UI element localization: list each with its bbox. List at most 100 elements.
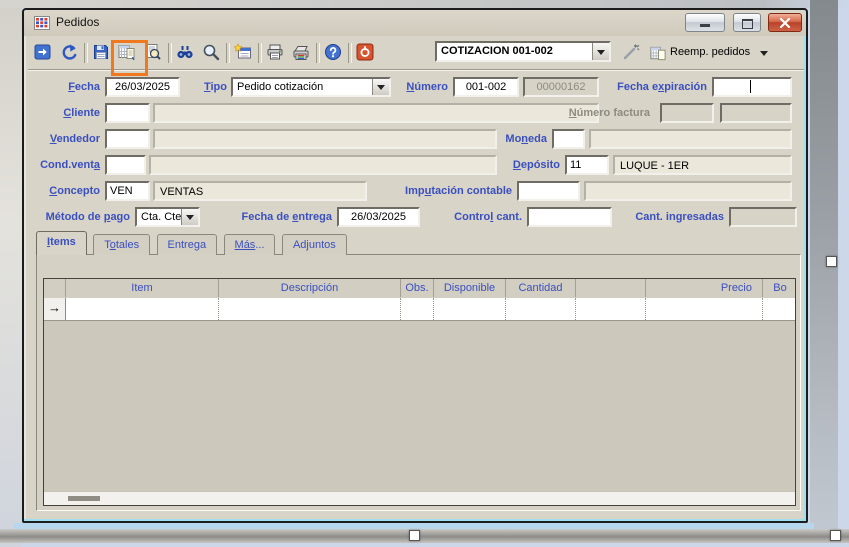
numero-factura-input-2 (720, 103, 792, 123)
tab-items[interactable]: Items (36, 231, 87, 255)
tipo-combobox[interactable]: Pedido cotización (231, 77, 391, 97)
wand-button[interactable] (620, 41, 642, 65)
column-header-cantidad[interactable]: Cantidad (506, 279, 576, 297)
column-header-disponible[interactable]: Disponible (434, 279, 506, 297)
minimize-icon (700, 24, 710, 27)
document-type-combobox[interactable]: COTIZACION 001-002 (435, 41, 611, 62)
cell-disponible[interactable] (434, 298, 506, 320)
desktop-left-strip (0, 0, 22, 547)
moneda-label: Moneda (487, 129, 547, 149)
toolbar-separator (348, 43, 352, 63)
toolbar-separator (168, 43, 172, 63)
printer-icon (266, 43, 284, 61)
tab-entrega[interactable]: Entrega (157, 234, 218, 255)
horizontal-scrollbar[interactable] (44, 491, 795, 505)
selection-handle-right[interactable] (826, 256, 837, 267)
fecha-input[interactable] (105, 77, 180, 97)
column-header-bonif[interactable]: Bo (763, 279, 797, 297)
cond-venta-input[interactable] (105, 155, 146, 175)
cell-cantidad[interactable] (506, 298, 576, 320)
imputacion-name-display (584, 181, 792, 201)
undo-icon (60, 43, 78, 61)
maximize-button[interactable] (733, 13, 761, 32)
chevron-down-icon[interactable] (592, 43, 609, 60)
chevron-down-icon[interactable] (181, 209, 198, 225)
moneda-input[interactable] (552, 129, 585, 149)
items-grid: Item Descripción Obs. Disponible Cantida… (43, 278, 796, 506)
tab-adjuntos[interactable]: Adjuntos (282, 234, 347, 255)
selection-handle-bottom[interactable] (409, 530, 420, 541)
magnifier-icon (202, 43, 220, 61)
toolbar-separator (316, 43, 320, 63)
fecha-entrega-input[interactable] (337, 207, 420, 227)
fecha-label: Fecha (32, 77, 100, 97)
tab-mas[interactable]: Más... (224, 234, 276, 255)
vendedor-input[interactable] (105, 129, 150, 149)
title-bar[interactable]: Pedidos (24, 10, 806, 36)
toolbar-separator (258, 43, 262, 63)
column-header-obs[interactable]: Obs. (401, 279, 434, 297)
print-button[interactable] (264, 41, 286, 65)
toolbar-separator (226, 43, 230, 63)
current-row-arrow: → (48, 300, 61, 315)
cliente-input[interactable] (105, 103, 150, 123)
window-title: Pedidos (56, 15, 99, 29)
numero-input[interactable] (453, 77, 519, 97)
annotation-highlight-box (111, 40, 148, 76)
deposito-name-display: LUQUE - 1ER (613, 155, 792, 175)
save-button[interactable] (90, 41, 112, 65)
background-window-edge (810, 0, 838, 543)
print-color-button[interactable] (290, 41, 312, 65)
find-button[interactable] (174, 41, 196, 65)
toolbar-separator (84, 43, 88, 63)
confirm-button[interactable] (32, 41, 54, 65)
cond-venta-name-display (149, 155, 497, 175)
exit-button[interactable] (354, 41, 376, 65)
control-cant-input[interactable] (527, 207, 612, 227)
cell-blank[interactable] (576, 298, 646, 320)
cell-obs[interactable] (401, 298, 434, 320)
cliente-label: Cliente (32, 103, 100, 123)
metodo-pago-label: Método de pago (32, 207, 130, 227)
cant-ingresadas-label: Cant. ingresadas (622, 207, 724, 227)
deposito-label: Depósito (500, 155, 560, 175)
cell-bonif[interactable] (763, 298, 797, 320)
tipo-value: Pedido cotización (237, 80, 323, 95)
close-icon (779, 18, 791, 28)
column-header-descripcion[interactable]: Descripción (219, 279, 401, 297)
scrollbar-thumb[interactable] (68, 496, 100, 501)
zoom-button[interactable] (200, 41, 222, 65)
help-button[interactable] (322, 41, 344, 65)
desktop-background: Pedidos (0, 0, 849, 547)
chevron-down-icon[interactable] (372, 79, 389, 95)
desktop-top-strip (0, 0, 849, 8)
grid-row[interactable]: → (44, 298, 795, 321)
tab-strip: Items Totales Entrega Más... Adjuntos (36, 231, 798, 255)
fecha-expiracion-input[interactable] (712, 77, 792, 97)
close-button[interactable] (768, 13, 802, 32)
selection-handle-corner[interactable] (830, 530, 841, 541)
concepto-label: Concepto (32, 181, 100, 201)
pedidos-window: Pedidos (22, 8, 808, 523)
cell-item[interactable] (66, 298, 219, 320)
concepto-input[interactable] (105, 181, 150, 201)
chevron-down-icon (760, 51, 768, 60)
column-header-blank[interactable] (576, 279, 646, 297)
cell-descripcion[interactable] (219, 298, 401, 320)
control-cant-label: Control cant. (436, 207, 522, 227)
row-selector-cell[interactable]: → (44, 298, 66, 320)
minimize-button[interactable] (685, 13, 725, 32)
column-header-item[interactable]: Item (66, 279, 219, 297)
imputacion-contable-input[interactable] (517, 181, 580, 201)
grid-app-icon (34, 15, 50, 31)
metodo-pago-combobox[interactable]: Cta. Cte. (135, 207, 200, 227)
cell-precio[interactable] (646, 298, 763, 320)
power-icon (356, 43, 374, 61)
deposito-input[interactable] (565, 155, 609, 175)
undo-button[interactable] (58, 41, 80, 65)
combobox-value: COTIZACION 001-002 (441, 44, 553, 59)
metodo-pago-value: Cta. Cte. (141, 210, 184, 225)
column-header-precio[interactable]: Precio (646, 279, 763, 297)
new-item-button[interactable] (232, 41, 254, 65)
tab-totales[interactable]: Totales (93, 234, 150, 255)
